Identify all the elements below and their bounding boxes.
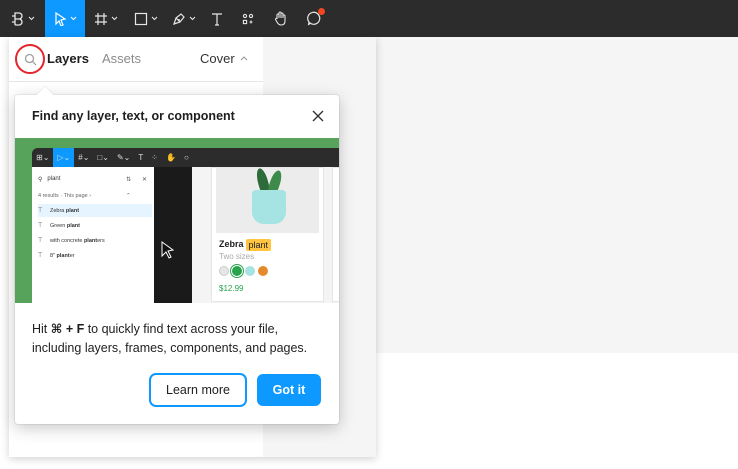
product-price: $12.99 (219, 284, 244, 293)
body-text: Hit (32, 322, 51, 336)
chevron-down-icon (151, 16, 158, 21)
illustration-resources-icon: ⁘ (151, 153, 158, 162)
illustration-frame-icon: #⌄ (78, 153, 90, 162)
shape-tool-button[interactable] (127, 0, 165, 37)
illustration-result-item: T Zebra plant (38, 204, 152, 217)
hand-icon (274, 11, 286, 26)
illustration-hand-icon: ✋ (165, 153, 176, 162)
move-icon (54, 11, 66, 26)
learn-more-button[interactable]: Learn more (149, 373, 247, 407)
illustration-filter-icon: ⇅ (126, 176, 132, 183)
top-toolbar (0, 0, 738, 37)
pen-tool-button[interactable] (165, 0, 203, 37)
illustration-text-icon: T (138, 153, 144, 162)
illustration-clear-icon: ✕ (142, 176, 148, 183)
popover-body: Hit ⌘ + F to quickly find text across yo… (32, 320, 327, 358)
app-window: Layers Assets Cover Find any layer, text… (0, 0, 738, 469)
illustration-results-count: 4 results · This page › ⌃ (38, 190, 152, 202)
search-button[interactable] (15, 44, 45, 74)
got-it-button[interactable]: Got it (257, 374, 321, 406)
swatch (258, 266, 268, 276)
hand-tool-button[interactable] (265, 0, 297, 37)
product-name: Zebra plant (219, 239, 272, 251)
cursor-icon (161, 241, 175, 259)
tab-assets[interactable]: Assets (102, 51, 141, 66)
swatch (245, 266, 255, 276)
text-icon (212, 12, 222, 26)
illustration-sidebar: ⚲ plant ⇅ ✕ 4 results · This page › ⌃ T … (32, 167, 154, 303)
search-icon (24, 53, 36, 65)
text-layer-icon: T (38, 207, 43, 214)
page-selector[interactable]: Cover (200, 51, 248, 66)
swatch (232, 266, 242, 276)
search-onboarding-popover: Find any layer, text, or component ⊞⌄ ▷⌄… (15, 86, 339, 424)
move-tool-button[interactable] (45, 0, 85, 37)
product-subtitle: Two sizes (219, 252, 255, 261)
panel-header: Layers Assets Cover (9, 37, 263, 81)
product-name-text: Zebra (219, 239, 244, 249)
illustration-pen-icon: ✎⌄ (116, 153, 131, 162)
illustration-result-item: T with concrete planters (38, 234, 152, 247)
text-layer-icon: T (38, 222, 43, 229)
frame-icon (95, 12, 107, 25)
result-text: Green plant (50, 222, 80, 229)
chevron-up-icon (240, 56, 248, 61)
resources-icon (242, 13, 254, 24)
swatch (219, 266, 229, 276)
illustration-results-text: 4 results · This page › (38, 193, 92, 199)
result-text: with concrete planters (50, 237, 105, 244)
result-text: 8" planter (50, 252, 75, 259)
text-layer-icon: T (38, 252, 43, 259)
tab-layers[interactable]: Layers (47, 51, 89, 66)
chevron-down-icon (70, 16, 76, 21)
keyboard-shortcut: ⌘ + F (50, 322, 85, 336)
illustration-search-text: plant (47, 176, 61, 182)
close-icon[interactable] (310, 108, 326, 124)
illustration-comment-icon: ○ (183, 153, 189, 162)
illustration-search-row: ⚲ plant ⇅ ✕ (38, 172, 152, 186)
resources-button[interactable] (231, 0, 265, 37)
main-menu-button[interactable] (0, 0, 45, 37)
popover-illustration: ⊞⌄ ▷⌄ #⌄ □⌄ ✎⌄ T ⁘ ✋ ○ ⚲ plant ⇅ ✕ 4 res… (15, 138, 339, 303)
chevron-down-icon (28, 16, 34, 21)
illustration-result-item: T Green plant (38, 219, 152, 232)
color-swatches (219, 266, 268, 276)
popover-title: Find any layer, text, or component (32, 109, 235, 123)
illustration-toolbar: ⊞⌄ ▷⌄ #⌄ □⌄ ✎⌄ T ⁘ ✋ ○ (32, 148, 339, 167)
illustration-menu-icon: ⊞⌄ (36, 153, 50, 162)
result-text: Zebra plant (50, 207, 80, 214)
page-name: Cover (200, 51, 235, 66)
chevron-down-icon (189, 16, 196, 21)
text-layer-icon: T (38, 237, 43, 244)
illustration-product-card: Zebra plant Two sizes $12.99 (211, 167, 324, 302)
illustration-search-icon: ⚲ (38, 176, 43, 183)
pen-icon (173, 12, 185, 25)
illustration-window: ⊞⌄ ▷⌄ #⌄ □⌄ ✎⌄ T ⁘ ✋ ○ ⚲ plant ⇅ ✕ 4 res… (32, 148, 339, 303)
illustration-move-icon: ▷⌄ (53, 148, 75, 167)
illustration-collapse-icon: ⌃ (126, 193, 131, 199)
plant-image (216, 167, 319, 233)
frame-tool-button[interactable] (85, 0, 127, 37)
illustration-card-partial (332, 167, 339, 302)
rectangle-icon (134, 12, 148, 25)
illustration-rect-icon: □⌄ (97, 153, 109, 162)
illustration-result-item: T 8" planter (38, 249, 152, 262)
text-tool-button[interactable] (203, 0, 231, 37)
comment-tool-button[interactable] (297, 0, 331, 37)
panel-divider (9, 81, 263, 82)
plant-pot (252, 190, 286, 224)
notification-badge (318, 8, 325, 15)
main-menu-icon (11, 11, 23, 26)
search-match-highlight: plant (245, 239, 272, 251)
chevron-down-icon (111, 16, 118, 21)
